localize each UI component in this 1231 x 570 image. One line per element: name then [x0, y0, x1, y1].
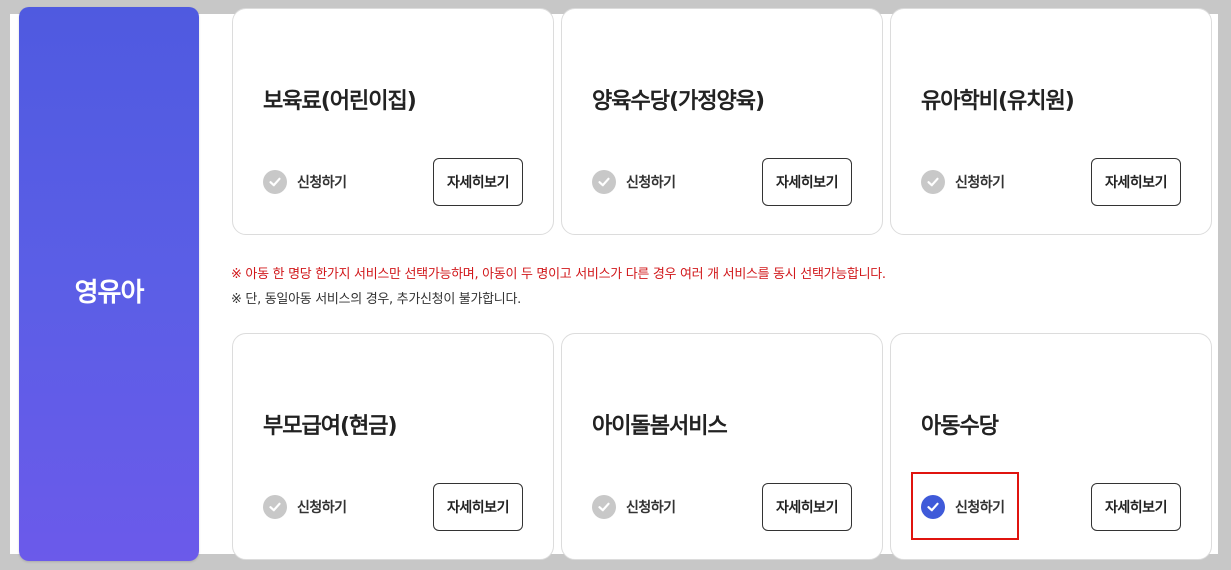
card-title: 양육수당(가정양육) — [592, 89, 765, 114]
check-circle-icon — [921, 170, 945, 194]
card-title: 부모급여(현금) — [263, 414, 398, 439]
notice-selection-rule: ※ 아동 한 명당 한가지 서비스만 선택가능하며, 아동이 두 명이고 서비스… — [231, 267, 886, 282]
apply-label: 신청하기 — [297, 175, 347, 191]
apply-checkbox[interactable]: 신청하기 — [921, 169, 1005, 195]
card-title: 보육료(어린이집) — [263, 89, 417, 114]
apply-label: 신청하기 — [626, 500, 676, 516]
apply-label: 신청하기 — [955, 175, 1005, 191]
apply-label: 신청하기 — [297, 500, 347, 516]
service-card-child-allowance: 아동수당 신청하기 자세히보기 — [890, 333, 1212, 560]
check-circle-icon — [263, 170, 287, 194]
card-title: 아동수당 — [921, 414, 999, 439]
detail-button[interactable]: 자세히보기 — [1091, 483, 1181, 531]
apply-checkbox[interactable]: 신청하기 — [592, 494, 676, 520]
apply-label: 신청하기 — [955, 500, 1005, 516]
category-title: 영유아 — [74, 278, 145, 308]
apply-checkbox[interactable]: 신청하기 — [921, 494, 1005, 520]
detail-button[interactable]: 자세히보기 — [762, 483, 852, 531]
service-card-parent-benefit: 부모급여(현금) 신청하기 자세히보기 — [232, 333, 554, 560]
check-circle-icon — [263, 495, 287, 519]
apply-label: 신청하기 — [626, 175, 676, 191]
check-circle-icon — [921, 495, 945, 519]
page-frame: 영유아 보육료(어린이집) 신청하기 자세히보기 양육수당(가정양육) 신청하기… — [0, 0, 1231, 570]
service-card-home-care-allowance: 양육수당(가정양육) 신청하기 자세히보기 — [561, 8, 883, 235]
service-card-childcare-fee: 보육료(어린이집) 신청하기 자세히보기 — [232, 8, 554, 235]
card-title: 유아학비(유치원) — [921, 89, 1075, 114]
service-card-childcare-service: 아이돌봄서비스 신청하기 자세히보기 — [561, 333, 883, 560]
detail-button[interactable]: 자세히보기 — [433, 158, 523, 206]
category-sidebar: 영유아 — [19, 7, 199, 561]
service-card-kindergarten-fee: 유아학비(유치원) 신청하기 자세히보기 — [890, 8, 1212, 235]
check-circle-icon — [592, 495, 616, 519]
apply-checkbox[interactable]: 신청하기 — [263, 169, 347, 195]
card-title: 아이돌봄서비스 — [592, 414, 728, 439]
detail-button[interactable]: 자세히보기 — [762, 158, 852, 206]
detail-button[interactable]: 자세히보기 — [433, 483, 523, 531]
check-circle-icon — [592, 170, 616, 194]
apply-checkbox[interactable]: 신청하기 — [263, 494, 347, 520]
apply-checkbox[interactable]: 신청하기 — [592, 169, 676, 195]
detail-button[interactable]: 자세히보기 — [1091, 158, 1181, 206]
notice-duplicate-rule: ※ 단, 동일아동 서비스의 경우, 추가신청이 불가합니다. — [231, 292, 521, 307]
